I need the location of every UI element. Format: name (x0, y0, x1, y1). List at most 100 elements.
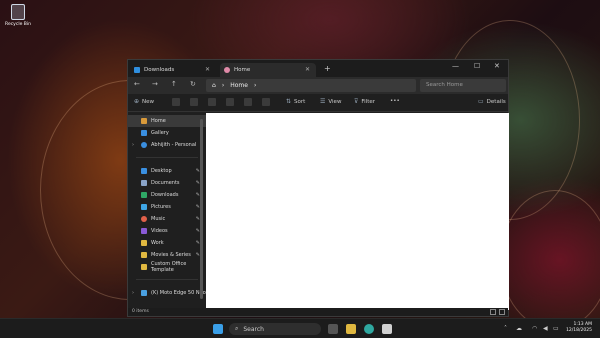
details-view-icon[interactable] (490, 309, 496, 315)
folder-icon (141, 240, 147, 246)
sidebar-item-label: Pictures (151, 204, 171, 210)
sidebar-item-music[interactable]: Music ✎ (128, 213, 206, 225)
rename-icon[interactable] (226, 98, 234, 106)
up-button[interactable]: ↑ (171, 80, 177, 88)
tab-home[interactable]: Home ✕ (220, 63, 316, 77)
filter-button[interactable]: ⊽ Filter (354, 98, 375, 105)
breadcrumb-current[interactable]: Home (230, 82, 248, 89)
sidebar-item-label: Gallery (151, 130, 169, 136)
battery-icon[interactable]: ▭ (553, 325, 559, 332)
sidebar-item-label: Movies & Series (151, 252, 191, 258)
close-tab-icon[interactable]: ✕ (205, 66, 210, 73)
recycle-bin[interactable]: Recycle Bin (4, 4, 32, 27)
chevron-right-icon[interactable]: › (132, 142, 134, 148)
sidebar-item-label: Videos (151, 228, 168, 234)
back-button[interactable]: ← (134, 80, 140, 88)
sidebar-item-downloads[interactable]: Downloads ✎ (128, 189, 206, 201)
store-icon[interactable] (382, 324, 392, 334)
copy-icon[interactable] (190, 98, 198, 106)
forward-button[interactable]: → (152, 80, 158, 88)
chevron-up-icon[interactable]: ˄ (504, 325, 507, 332)
cloud-icon[interactable]: ☁ (516, 325, 522, 332)
task-view-icon[interactable] (328, 324, 338, 334)
details-icon: ▭ (478, 98, 484, 105)
share-icon[interactable] (244, 98, 252, 106)
downloads-icon (134, 67, 140, 73)
home-icon (224, 67, 230, 73)
refresh-button[interactable]: ↻ (190, 80, 196, 88)
sort-label: Sort (294, 98, 306, 105)
tiles-view-icon[interactable] (499, 309, 505, 315)
videos-icon (141, 228, 147, 234)
sidebar-item-label: Documents (151, 180, 180, 186)
sidebar-item-label: Downloads (151, 192, 179, 198)
close-button[interactable]: ✕ (494, 62, 500, 70)
downloads-icon (141, 192, 147, 198)
file-explorer-icon[interactable] (346, 324, 356, 334)
sidebar-item-custom-office-template[interactable]: Custom Office Template (128, 261, 206, 273)
new-label: New (142, 98, 155, 105)
content-pane[interactable] (206, 113, 509, 310)
sidebar-item-label: Home (151, 118, 166, 124)
taskbar-search-label: Search (243, 325, 264, 333)
navigation-pane: Home Gallery › Abhijith - Personal Deskt… (128, 113, 206, 310)
sidebar-item-videos[interactable]: Videos ✎ (128, 225, 206, 237)
sidebar-item-device[interactable]: › (K) Moto Edge 50 Neo (128, 287, 206, 299)
status-bar: 0 items (128, 308, 508, 316)
search-icon: ⌕ (235, 325, 239, 332)
command-bar: ⊕ New ⇅ Sort ☰ View ⊽ Filter ••• ▭ Detai… (128, 94, 508, 112)
new-tab-button[interactable]: + (324, 64, 331, 73)
more-options-button[interactable]: ••• (390, 98, 400, 104)
sidebar-item-label: Custom Office Template (151, 261, 187, 273)
sidebar-item-onedrive[interactable]: › Abhijith - Personal (128, 139, 206, 151)
sidebar-item-work[interactable]: Work ✎ (128, 237, 206, 249)
breadcrumb-separator: › (253, 82, 257, 89)
start-icon[interactable] (213, 324, 223, 334)
sidebar-item-gallery[interactable]: Gallery (128, 127, 206, 139)
folder-icon (141, 252, 147, 258)
tab-downloads[interactable]: Downloads ✕ (130, 63, 216, 77)
edge-icon[interactable] (364, 324, 374, 334)
wifi-icon[interactable]: ◠ (532, 325, 537, 332)
maximize-button[interactable]: ☐ (474, 62, 480, 70)
cut-icon[interactable] (172, 98, 180, 106)
sidebar-item-documents[interactable]: Documents ✎ (128, 177, 206, 189)
file-explorer-window: Downloads ✕ Home ✕ + — ☐ ✕ ← → ↑ ↻ ⌂ › H… (127, 59, 509, 317)
sidebar-item-label: Work (151, 240, 164, 246)
filter-icon: ⊽ (354, 98, 359, 105)
sidebar-item-pictures[interactable]: Pictures ✎ (128, 201, 206, 213)
breadcrumb-separator: › (221, 82, 225, 89)
taskbar-search[interactable]: ⌕ Search (229, 323, 321, 335)
details-label: Details (486, 98, 506, 105)
sidebar-scrollbar[interactable] (200, 119, 203, 299)
clock[interactable]: 1:13 AM 12/18/2025 (566, 322, 592, 334)
delete-icon[interactable] (262, 98, 270, 106)
breadcrumb[interactable]: ⌂ › Home › (206, 79, 416, 92)
volume-icon[interactable]: ◀ (543, 325, 548, 332)
sort-icon: ⇅ (286, 98, 292, 105)
sidebar-item-desktop[interactable]: Desktop ✎ (128, 165, 206, 177)
plus-icon: ⊕ (134, 98, 140, 105)
divider (136, 279, 198, 280)
pictures-icon (141, 204, 147, 210)
music-icon (141, 216, 147, 222)
view-button[interactable]: ☰ View (320, 98, 341, 105)
sidebar-item-movies-series[interactable]: Movies & Series ✎ (128, 249, 206, 261)
minimize-button[interactable]: — (452, 62, 459, 70)
tab-label: Downloads (144, 67, 175, 73)
search-input[interactable]: Search Home (420, 79, 506, 92)
sidebar-item-label: Music (151, 216, 166, 222)
sidebar-item-label: (K) Moto Edge 50 Neo (151, 290, 206, 296)
address-bar: ← → ↑ ↻ ⌂ › Home › Search Home (128, 77, 508, 94)
sidebar-item-home[interactable]: Home (128, 115, 206, 127)
view-icon: ☰ (320, 98, 326, 105)
taskbar: ⌕ Search ˄ ☁ ◠ ◀ ▭ 1:13 AM 12/18/2025 (0, 318, 600, 338)
details-button[interactable]: ▭ Details (478, 98, 506, 105)
sort-button[interactable]: ⇅ Sort (286, 98, 305, 105)
home-icon: ⌂ (212, 82, 216, 89)
chevron-right-icon[interactable]: › (132, 290, 134, 296)
close-tab-icon[interactable]: ✕ (305, 66, 310, 73)
recycle-bin-icon (11, 4, 25, 20)
new-button[interactable]: ⊕ New (134, 98, 154, 105)
paste-icon[interactable] (208, 98, 216, 106)
